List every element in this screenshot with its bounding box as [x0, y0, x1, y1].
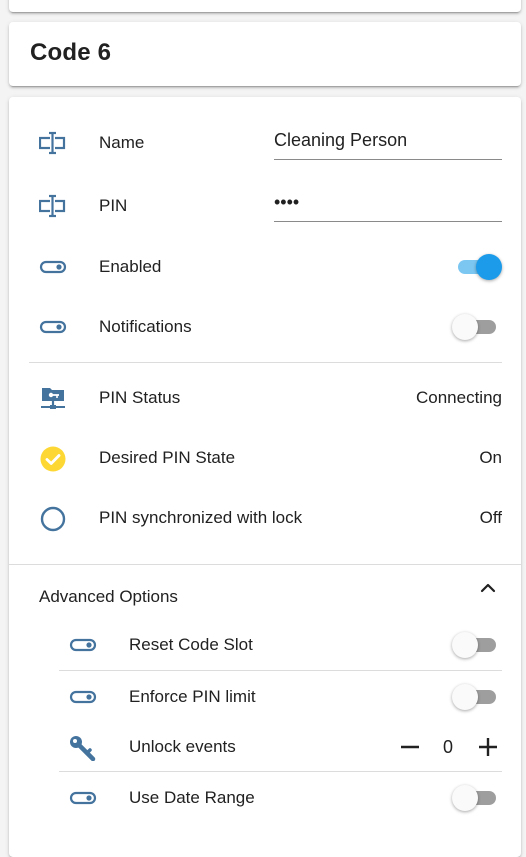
desired-pin-state-row[interactable]: Desired PIN State On — [9, 438, 521, 478]
pin-synchronized-value: Off — [479, 508, 502, 527]
pin-synchronized-label: PIN synchronized with lock — [99, 508, 303, 527]
unlock-events-label: Unlock events — [129, 737, 236, 756]
reset-code-slot-toggle-thumb — [452, 632, 478, 658]
toggle-switch-icon — [69, 685, 97, 709]
reset-code-slot-label: Reset Code Slot — [129, 635, 253, 654]
textbox-icon — [39, 131, 67, 155]
notifications-label: Notifications — [99, 317, 192, 336]
name-label: Name — [99, 133, 145, 152]
desired-pin-state-label: Desired PIN State — [99, 448, 236, 467]
enforce-pin-limit-toggle[interactable] — [452, 684, 502, 710]
section-divider — [9, 564, 521, 565]
notifications-toggle-thumb — [452, 314, 478, 340]
name-field[interactable] — [274, 125, 502, 160]
check-circle-icon — [39, 446, 67, 472]
pin-synchronized-row[interactable]: PIN synchronized with lock Off — [9, 498, 521, 538]
key-icon — [69, 735, 97, 761]
previous-card — [9, 0, 521, 12]
page-title: Code 6 — [30, 39, 112, 66]
divider — [59, 771, 502, 772]
notifications-toggle[interactable] — [452, 314, 502, 340]
enabled-toggle[interactable] — [452, 254, 502, 280]
toggle-switch-icon — [69, 633, 97, 657]
unlock-events-value: 0 — [442, 737, 453, 757]
toggle-switch-icon — [39, 255, 67, 279]
use-date-range-label: Use Date Range — [129, 788, 255, 807]
unlock-events-row: Unlock events 0 — [9, 727, 521, 767]
unlock-events-stepper: 0 — [395, 731, 505, 763]
divider — [59, 670, 502, 671]
enabled-label: Enabled — [99, 257, 162, 276]
reset-code-slot-toggle[interactable] — [452, 632, 502, 658]
pin-label: PIN — [99, 196, 128, 215]
increment-button[interactable] — [473, 731, 503, 763]
enforce-pin-limit-row: Enforce PIN limit — [9, 677, 521, 717]
pin-status-label: PIN Status — [99, 388, 181, 407]
pin-status-row[interactable]: PIN Status Connecting — [9, 378, 521, 418]
enforce-pin-limit-label: Enforce PIN limit — [129, 687, 256, 706]
use-date-range-toggle[interactable] — [452, 785, 502, 811]
circle-outline-icon — [39, 506, 67, 532]
pin-status-value: Connecting — [415, 388, 502, 407]
enabled-row: Enabled — [9, 247, 521, 287]
code-details-card: Name PIN Enabled — [9, 97, 521, 857]
enforce-pin-limit-toggle-thumb — [452, 684, 478, 710]
use-date-range-toggle-thumb — [452, 785, 478, 811]
divider — [29, 362, 502, 363]
toggle-switch-icon — [69, 786, 97, 810]
desired-pin-state-value: On — [479, 448, 502, 467]
header-card: Code 6 — [9, 22, 521, 86]
reset-code-slot-row: Reset Code Slot — [9, 625, 521, 665]
decrement-button[interactable] — [395, 731, 425, 763]
chevron-up-icon[interactable] — [477, 577, 499, 599]
lan-connect-icon — [39, 386, 67, 410]
enabled-toggle-thumb — [476, 254, 502, 280]
notifications-row: Notifications — [9, 307, 521, 347]
textbox-icon — [39, 194, 67, 218]
name-input[interactable] — [274, 125, 500, 155]
pin-input[interactable] — [274, 187, 500, 217]
toggle-switch-icon — [39, 315, 67, 339]
use-date-range-row: Use Date Range — [9, 778, 521, 818]
advanced-options-title[interactable]: Advanced Options — [39, 587, 178, 607]
pin-field[interactable] — [274, 187, 502, 222]
